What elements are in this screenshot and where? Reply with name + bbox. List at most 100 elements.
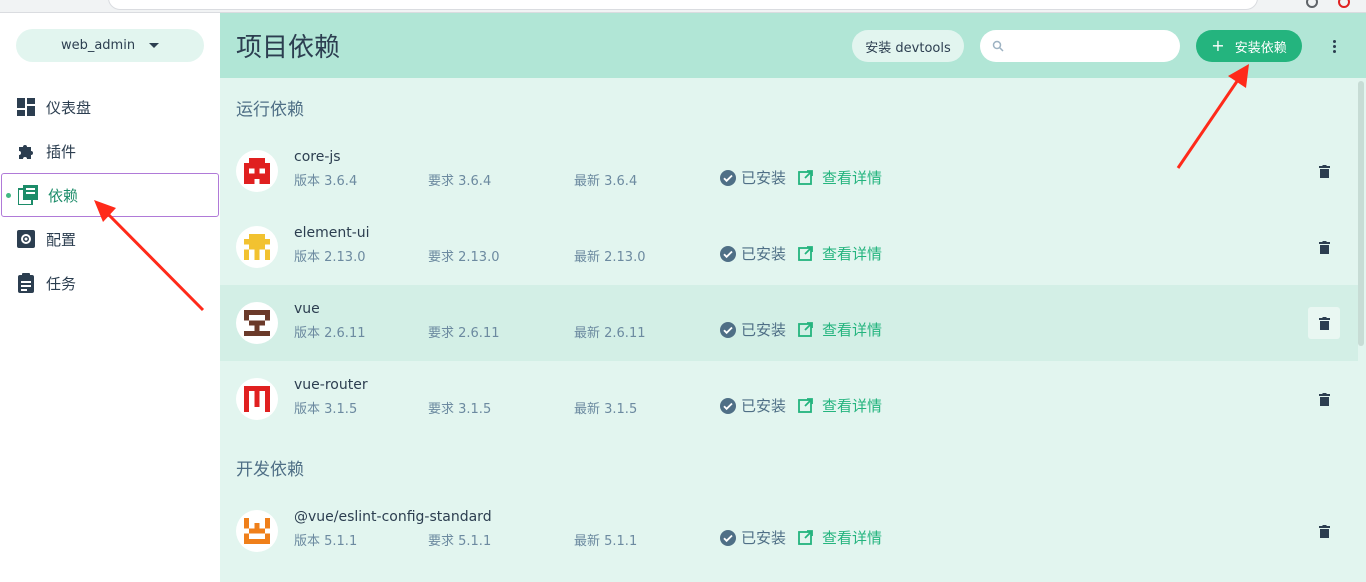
section-title-runtime: 运行依赖 — [236, 100, 304, 120]
view-details-link[interactable]: 查看详情 — [798, 243, 882, 264]
install-status: 已安装 — [720, 395, 786, 416]
sidebar-item-label: 插件 — [46, 142, 77, 161]
trash-icon — [1318, 524, 1330, 538]
package-version: 版本 5.1.1 — [294, 534, 358, 549]
dependency-row: vue 版本 2.6.11 要求 2.6.11 最新 2.6.11 已安装 查看… — [220, 285, 1358, 361]
open-in-new-icon — [798, 322, 813, 337]
dependency-row: core-js 版本 3.6.4 要求 3.6.4 最新 3.6.4 已安装 查… — [220, 133, 1358, 209]
package-version: 版本 3.6.4 — [294, 174, 358, 189]
install-devtools-button[interactable]: 安装 devtools — [852, 30, 964, 62]
open-in-new-icon — [798, 530, 813, 545]
package-avatar — [236, 226, 278, 268]
package-latest: 最新 3.1.5 — [574, 402, 638, 417]
sidebar-item-label: 仪表盘 — [46, 98, 92, 117]
settings-box-icon — [16, 229, 36, 249]
library-books-icon — [18, 185, 38, 205]
status-label: 已安装 — [741, 321, 787, 339]
package-name: @vue/eslint-config-standard — [294, 509, 492, 525]
trash-icon — [1318, 392, 1330, 406]
view-details-label: 查看详情 — [822, 321, 883, 339]
package-name: vue-router — [294, 377, 368, 393]
package-latest: 最新 2.13.0 — [574, 250, 646, 265]
package-name: core-js — [294, 149, 341, 165]
sidebar-item-dashboard[interactable]: 仪表盘 — [0, 85, 220, 129]
search-icon — [992, 40, 1004, 52]
caret-down-icon — [149, 43, 160, 48]
delete-button[interactable] — [1308, 155, 1340, 187]
more-vert-icon[interactable] — [1324, 35, 1344, 57]
check-circle-icon — [720, 397, 736, 414]
clipboard-icon — [16, 273, 36, 293]
extension-icon[interactable] — [1338, 0, 1350, 8]
package-name: element-ui — [294, 225, 370, 241]
trash-icon — [1318, 164, 1330, 178]
open-in-new-icon — [798, 170, 813, 185]
delete-button[interactable] — [1308, 383, 1340, 415]
package-wanted: 要求 2.6.11 — [428, 326, 500, 341]
install-dependency-button[interactable]: + 安装依赖 — [1196, 30, 1302, 62]
package-avatar — [236, 150, 278, 192]
package-avatar — [236, 510, 278, 552]
install-status: 已安装 — [720, 167, 786, 188]
puzzle-icon — [16, 141, 36, 161]
dependency-row: vue-router 版本 3.1.5 要求 3.1.5 最新 3.1.5 已安… — [220, 361, 1358, 437]
status-label: 已安装 — [741, 397, 787, 415]
open-in-new-icon — [798, 398, 813, 413]
install-dependency-label: 安装依赖 — [1234, 40, 1287, 56]
sidebar: web_admin 仪表盘 插件 依赖 配置 任务 — [0, 13, 220, 582]
status-label: 已安装 — [741, 169, 787, 187]
trash-icon — [1318, 240, 1330, 254]
sidebar-item-config[interactable]: 配置 — [0, 217, 220, 261]
status-label: 已安装 — [741, 529, 787, 547]
delete-button[interactable] — [1308, 231, 1340, 263]
trash-icon — [1318, 316, 1330, 330]
dependency-row: @vue/eslint-config-standard 版本 5.1.1 要求 … — [220, 493, 1358, 569]
package-wanted: 要求 3.1.5 — [428, 402, 492, 417]
address-bar[interactable] — [108, 0, 1258, 10]
package-name: vue — [294, 301, 320, 317]
package-version: 版本 2.13.0 — [294, 250, 366, 265]
search-input[interactable] — [1012, 38, 1172, 54]
browser-toolbar — [0, 0, 1366, 13]
sidebar-item-dependencies[interactable]: 依赖 — [1, 173, 219, 217]
status-label: 已安装 — [741, 245, 787, 263]
account-icon[interactable] — [1306, 0, 1318, 8]
main-content: 项目依赖 安装 devtools + 安装依赖 运行依赖 core-js 版本 … — [220, 13, 1366, 582]
package-latest: 最新 2.6.11 — [574, 326, 646, 341]
view-details-label: 查看详情 — [822, 169, 883, 187]
view-details-label: 查看详情 — [822, 397, 883, 415]
search-field[interactable] — [980, 30, 1180, 62]
view-details-link[interactable]: 查看详情 — [798, 395, 882, 416]
view-details-label: 查看详情 — [822, 529, 883, 547]
install-status: 已安装 — [720, 319, 786, 340]
section-title-dev: 开发依赖 — [236, 460, 304, 480]
install-status: 已安装 — [720, 243, 786, 264]
package-avatar — [236, 302, 278, 344]
page-header: 项目依赖 安装 devtools + 安装依赖 — [220, 13, 1366, 78]
sidebar-item-label: 任务 — [46, 274, 77, 293]
delete-button[interactable] — [1308, 515, 1340, 547]
delete-button[interactable] — [1308, 307, 1340, 339]
project-name: web_admin — [60, 38, 136, 53]
sidebar-item-label: 依赖 — [48, 186, 79, 205]
dashboard-icon — [16, 97, 36, 117]
sidebar-item-plugins[interactable]: 插件 — [0, 129, 220, 173]
scrollbar[interactable] — [1358, 81, 1364, 346]
package-version: 版本 2.6.11 — [294, 326, 366, 341]
dependency-row: element-ui 版本 2.13.0 要求 2.13.0 最新 2.13.0… — [220, 209, 1358, 285]
view-details-link[interactable]: 查看详情 — [798, 527, 882, 548]
project-selector[interactable]: web_admin — [16, 29, 204, 62]
sidebar-item-tasks[interactable]: 任务 — [0, 261, 220, 305]
package-avatar — [236, 378, 278, 420]
package-wanted: 要求 3.6.4 — [428, 174, 492, 189]
view-details-link[interactable]: 查看详情 — [798, 319, 882, 340]
install-status: 已安装 — [720, 527, 786, 548]
page-title: 项目依赖 — [236, 33, 341, 63]
check-circle-icon — [720, 321, 736, 338]
plus-icon: + — [1211, 36, 1225, 55]
view-details-link[interactable]: 查看详情 — [798, 167, 882, 188]
package-wanted: 要求 5.1.1 — [428, 534, 492, 549]
open-in-new-icon — [798, 246, 813, 261]
check-circle-icon — [720, 169, 736, 186]
view-details-label: 查看详情 — [822, 245, 883, 263]
